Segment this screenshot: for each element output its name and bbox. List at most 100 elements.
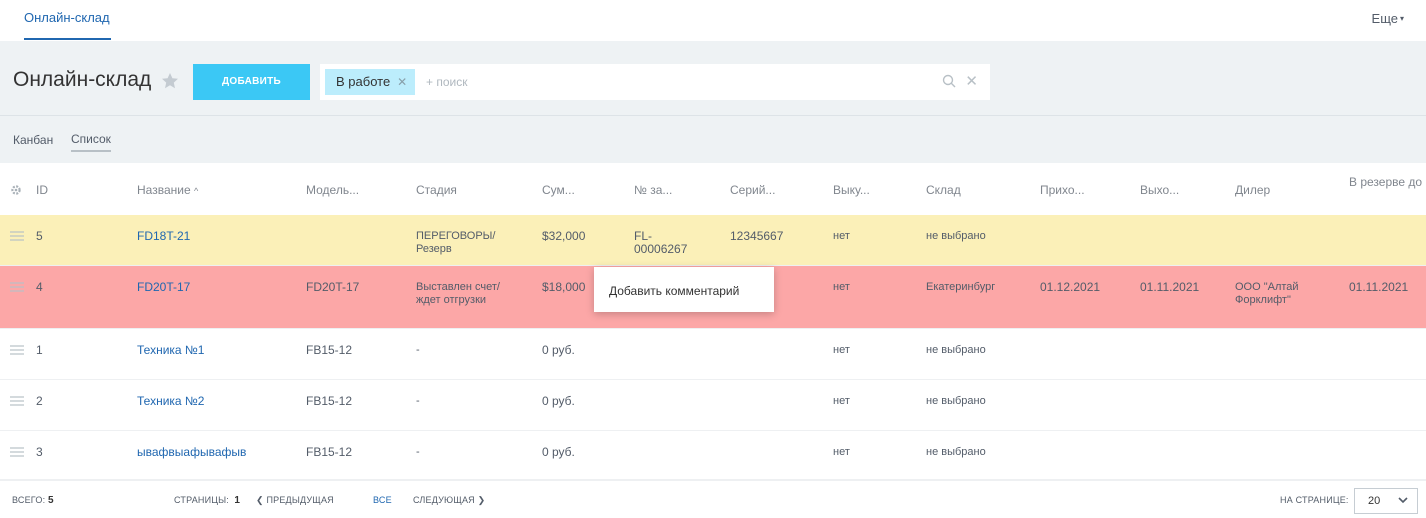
col-name-label: Название xyxy=(137,183,191,197)
cell-id: 1 xyxy=(36,343,43,357)
tab-kanban[interactable]: Канбан xyxy=(13,133,53,147)
drag-handle-icon[interactable] xyxy=(10,447,24,457)
cell-name[interactable]: Техника №1 xyxy=(137,344,204,357)
next-page-link[interactable]: СЛЕДУЮЩАЯ ❯ xyxy=(413,495,485,506)
cell-dealer: ООО "Алтай Форклифт" xyxy=(1235,281,1299,306)
star-icon[interactable] xyxy=(160,71,180,91)
per-page-select[interactable]: 20 xyxy=(1354,488,1418,514)
col-reserve-until[interactable]: В резерве до xyxy=(1349,176,1425,189)
gear-icon[interactable] xyxy=(10,184,22,196)
cell-name[interactable]: FD18T-21 xyxy=(137,230,190,243)
more-label: Еще xyxy=(1371,11,1398,26)
drag-handle-icon[interactable] xyxy=(10,345,24,355)
col-sum[interactable]: Сум... xyxy=(542,183,575,197)
pages-info: СТРАНИЦЫ: 1 xyxy=(174,495,240,506)
table-row[interactable]: 5 FD18T-21 ПЕРЕГОВОРЫ/ Резерв $32,000 FL- 00… xyxy=(0,215,1426,266)
chip-remove-icon[interactable]: ✕ xyxy=(397,75,407,89)
drag-handle-icon[interactable] xyxy=(10,282,24,292)
tab-online-warehouse[interactable]: Онлайн-склад xyxy=(24,10,110,25)
col-buyout[interactable]: Выку... xyxy=(833,183,870,197)
cell-model: FD20T-17 xyxy=(306,280,360,294)
total-count: ВСЕГО: 5 xyxy=(12,495,54,506)
cell-exit: 01.11.2021 xyxy=(1140,280,1200,294)
context-menu: Добавить комментарий xyxy=(594,267,774,312)
col-name[interactable]: Название ^ xyxy=(137,183,198,197)
top-nav: Онлайн-склад Еще ▾ xyxy=(0,0,1426,41)
page-title: Онлайн-склад xyxy=(13,68,152,91)
cell-name[interactable]: Техника №2 xyxy=(137,395,204,408)
cell-warehouse: не выбрано xyxy=(926,230,986,242)
more-menu[interactable]: Еще ▾ xyxy=(1372,11,1404,26)
data-grid: ID Название ^ Модель... Стадия Сум... № … xyxy=(0,163,1426,480)
view-switcher: Канбан Список xyxy=(0,117,1426,163)
cell-warehouse: Екатеринбург xyxy=(926,281,996,293)
cell-sum: $32,000 xyxy=(542,229,586,243)
tab-list[interactable]: Список xyxy=(71,132,111,152)
col-serial[interactable]: Серий... xyxy=(730,183,775,197)
per-page-value: 20 xyxy=(1368,495,1381,507)
pages-value: 1 xyxy=(234,495,241,506)
cell-reserve-until: 01.11.2021 xyxy=(1349,280,1409,294)
drag-handle-icon[interactable] xyxy=(10,231,24,241)
caret-down-icon: ▾ xyxy=(1399,14,1404,23)
pages-label: СТРАНИЦЫ: xyxy=(174,495,229,505)
filter-chip-label: В работе xyxy=(336,74,391,89)
col-order-no[interactable]: № за... xyxy=(634,183,672,197)
col-id[interactable]: ID xyxy=(36,183,48,197)
chevron-down-icon xyxy=(1398,497,1408,504)
cell-order-no: FL- 00006267 xyxy=(634,229,688,256)
col-model[interactable]: Модель... xyxy=(306,183,359,197)
table-row[interactable]: 3 ывафвыафывафыв FB15-12 - 0 руб. нет не выбра… xyxy=(0,431,1426,480)
search-icon[interactable] xyxy=(942,74,956,88)
menu-item-add-comment[interactable]: Добавить комментарий xyxy=(609,284,739,298)
cell-model: FB15-12 xyxy=(306,343,353,357)
cell-stage: - xyxy=(416,395,420,407)
cell-sum: 0 руб. xyxy=(542,445,575,459)
search-input[interactable]: + поиск xyxy=(426,75,467,89)
cell-warehouse: не выбрано xyxy=(926,395,986,407)
col-dealer[interactable]: Дилер xyxy=(1235,183,1270,197)
cell-sum: 0 руб. xyxy=(542,394,575,408)
col-arrival[interactable]: Прихо... xyxy=(1040,183,1085,197)
cell-buyout: нет xyxy=(833,281,850,293)
active-tab-underline xyxy=(24,38,111,40)
grid-footer: ВСЕГО: 5 СТРАНИЦЫ: 1 ❮ ПРЕДЫДУЩАЯ ВСЕ СЛ… xyxy=(0,480,1426,518)
cell-buyout: нет xyxy=(833,344,850,356)
cell-stage: - xyxy=(416,344,420,356)
cell-buyout: нет xyxy=(833,446,850,458)
next-label: СЛЕДУЮЩАЯ xyxy=(413,495,475,505)
col-stage[interactable]: Стадия xyxy=(416,183,457,197)
chevron-left-icon: ❮ xyxy=(256,495,264,505)
filter-chip[interactable]: В работе ✕ xyxy=(325,69,416,95)
cell-model: FB15-12 xyxy=(306,394,353,408)
total-label: ВСЕГО: xyxy=(12,495,46,505)
cell-name[interactable]: FD20T-17 xyxy=(137,281,190,294)
all-pages-link[interactable]: ВСЕ xyxy=(373,495,392,505)
total-value: 5 xyxy=(47,495,54,506)
chevron-right-icon: ❯ xyxy=(477,495,486,505)
cell-buyout: нет xyxy=(833,230,850,242)
sort-asc-icon: ^ xyxy=(193,186,199,196)
clear-search-icon[interactable]: ✕ xyxy=(965,72,978,90)
table-row[interactable]: 2 Техника №2 FB15-12 - 0 руб. нет не выбрано xyxy=(0,380,1426,431)
cell-name[interactable]: ывафвыафывафыв xyxy=(137,446,246,459)
col-warehouse[interactable]: Склад xyxy=(926,183,961,197)
cell-serial: 12345667 xyxy=(730,229,784,243)
add-button[interactable]: ДОБАВИТЬ xyxy=(193,64,310,100)
cell-model: FB15-12 xyxy=(306,445,353,459)
cell-warehouse: не выбрано xyxy=(926,344,986,356)
cell-stage: - xyxy=(416,446,420,458)
cell-buyout: нет xyxy=(833,395,850,407)
cell-stage: ПЕРЕГОВОРЫ/ Резерв xyxy=(416,230,496,255)
drag-handle-icon[interactable] xyxy=(10,396,24,406)
cell-stage: Выставлен счет/ждет отгрузки xyxy=(416,281,500,306)
col-exit[interactable]: Выхо... xyxy=(1140,183,1179,197)
table-row[interactable]: 1 Техника №1 FB15-12 - 0 руб. нет не выбрано xyxy=(0,329,1426,380)
cell-id: 4 xyxy=(36,280,43,294)
search-bar[interactable]: В работе ✕ + поиск ✕ xyxy=(320,64,990,100)
prev-page-link[interactable]: ❮ ПРЕДЫДУЩАЯ xyxy=(256,495,334,506)
cell-arrival: 01.12.2021 xyxy=(1040,280,1101,294)
cell-id: 3 xyxy=(36,445,43,459)
page-header: Онлайн-склад ДОБАВИТЬ В работе ✕ + поиск … xyxy=(0,41,1426,116)
cell-id: 2 xyxy=(36,394,43,408)
